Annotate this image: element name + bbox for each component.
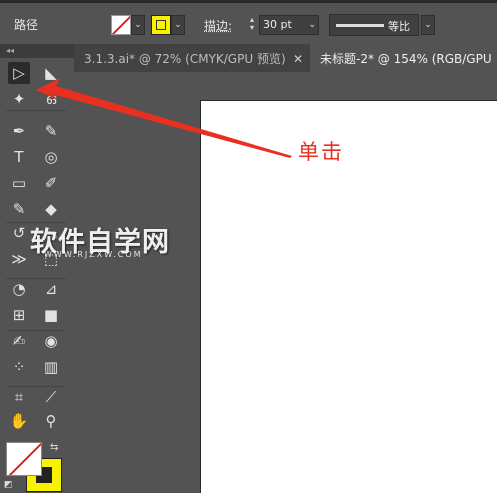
- watermark-url: WWW.RJZXW.COM: [44, 250, 143, 259]
- selection-tool-icon[interactable]: ▷: [8, 62, 30, 84]
- blend-tool-icon[interactable]: ◉: [40, 330, 62, 352]
- stroke-weight-value: 30 pt: [263, 18, 292, 31]
- perspective-grid-tool-icon[interactable]: ⊿: [40, 278, 62, 300]
- toolbox-separator: [6, 110, 66, 111]
- column-graph-tool-icon[interactable]: ▥: [40, 356, 62, 378]
- toolbox-collapse-bar[interactable]: ◂◂: [0, 44, 74, 58]
- toolbox: ⇆ ◩ ▷ ◣ ✦ ഒ ✒ ✎ T ◎ ▭ ✐ ✎ ◆ ↺ ⤡ ≫ ⬚ ◔ ⊿ ⊞ ■ ✍ ◉ ⁘ ▥ ⌗ ⟋ ✋ ⚲: [0, 58, 74, 492]
- eraser-tool-icon[interactable]: ◆: [40, 198, 62, 220]
- document-tab-bar: 3.1.3.ai* @ 72% (CMYK/GPU 预览) ✕ 未标题-2* @…: [74, 44, 497, 72]
- spiral-tool-icon[interactable]: ◎: [40, 146, 62, 168]
- stroke-weight-field[interactable]: 30 pt ⌄: [259, 15, 319, 35]
- swap-fill-stroke-icon[interactable]: ⇆: [50, 442, 58, 453]
- stroke-well[interactable]: [6, 442, 42, 476]
- toolbox-separator: [6, 386, 66, 387]
- close-icon[interactable]: ✕: [293, 44, 303, 72]
- variable-width-profile[interactable]: 等比: [329, 14, 419, 36]
- rotate-tool-icon[interactable]: ↺: [8, 222, 30, 244]
- tab-document-1[interactable]: 3.1.3.ai* @ 72% (CMYK/GPU 预览) ✕: [74, 44, 310, 72]
- rectangle-tool-icon[interactable]: ▭: [8, 172, 30, 194]
- stroke-color-dropdown[interactable]: ⌄: [131, 15, 145, 35]
- shape-builder-tool-icon[interactable]: ◔: [8, 278, 30, 300]
- stroke-weight-spinner[interactable]: ▴ ▾: [246, 16, 258, 34]
- symbol-sprayer-tool-icon[interactable]: ⁘: [8, 356, 30, 378]
- tab-label: 3.1.3.ai* @ 72% (CMYK/GPU 预览): [84, 52, 286, 66]
- type-tool-icon[interactable]: T: [8, 146, 30, 168]
- fill-color-dropdown[interactable]: ⌄: [171, 15, 185, 35]
- zoom-tool-icon[interactable]: ⚲: [40, 410, 62, 432]
- eyedropper-tool-icon[interactable]: ✍: [8, 330, 30, 352]
- curvature-tool-icon[interactable]: ✎: [40, 120, 62, 142]
- tab-document-2[interactable]: 未标题-2* @ 154% (RGB/GPU: [310, 44, 497, 72]
- menu-strip: [0, 0, 497, 3]
- pen-tool-icon[interactable]: ✒: [8, 120, 30, 142]
- gradient-tool-icon[interactable]: ■: [40, 304, 62, 326]
- stroke-color-swatch[interactable]: [111, 15, 131, 35]
- hand-tool-icon[interactable]: ✋: [8, 410, 30, 432]
- control-bar: 路径 ⌄ ⌄ 描边: ▴ ▾ 30 pt ⌄ 等比 ⌄: [0, 0, 497, 45]
- artboard-tool-icon[interactable]: ⌗: [8, 386, 30, 408]
- fill-color-swatch[interactable]: [151, 15, 171, 35]
- width-tool-icon[interactable]: ≫: [8, 248, 30, 270]
- stroke-label[interactable]: 描边:: [204, 17, 232, 34]
- chevron-down-icon: ⌄: [308, 20, 316, 30]
- profile-dropdown[interactable]: ⌄: [421, 15, 435, 35]
- annotation-text: 单击: [298, 140, 344, 164]
- toolbox-separator: [6, 278, 66, 279]
- color-well: ⇆ ◩: [4, 442, 64, 492]
- shaper-tool-icon[interactable]: ✎: [8, 198, 30, 220]
- direct-selection-tool-icon[interactable]: ◣: [40, 62, 62, 84]
- magic-wand-tool-icon[interactable]: ✦: [8, 88, 30, 110]
- artboard[interactable]: [200, 100, 497, 493]
- slice-tool-icon[interactable]: ⟋: [40, 386, 62, 408]
- lasso-tool-icon[interactable]: ഒ: [40, 88, 62, 110]
- tab-label: 未标题-2* @ 154% (RGB/GPU: [320, 52, 492, 66]
- profile-line-icon: [336, 24, 384, 27]
- toolbox-separator: [6, 330, 66, 331]
- profile-label: 等比: [388, 20, 410, 33]
- default-colors-icon[interactable]: ◩: [4, 480, 13, 490]
- object-type-label: 路径: [14, 18, 39, 32]
- mesh-tool-icon[interactable]: ⊞: [8, 304, 30, 326]
- paintbrush-tool-icon[interactable]: ✐: [40, 172, 62, 194]
- collapse-icon: ◂◂: [6, 46, 15, 55]
